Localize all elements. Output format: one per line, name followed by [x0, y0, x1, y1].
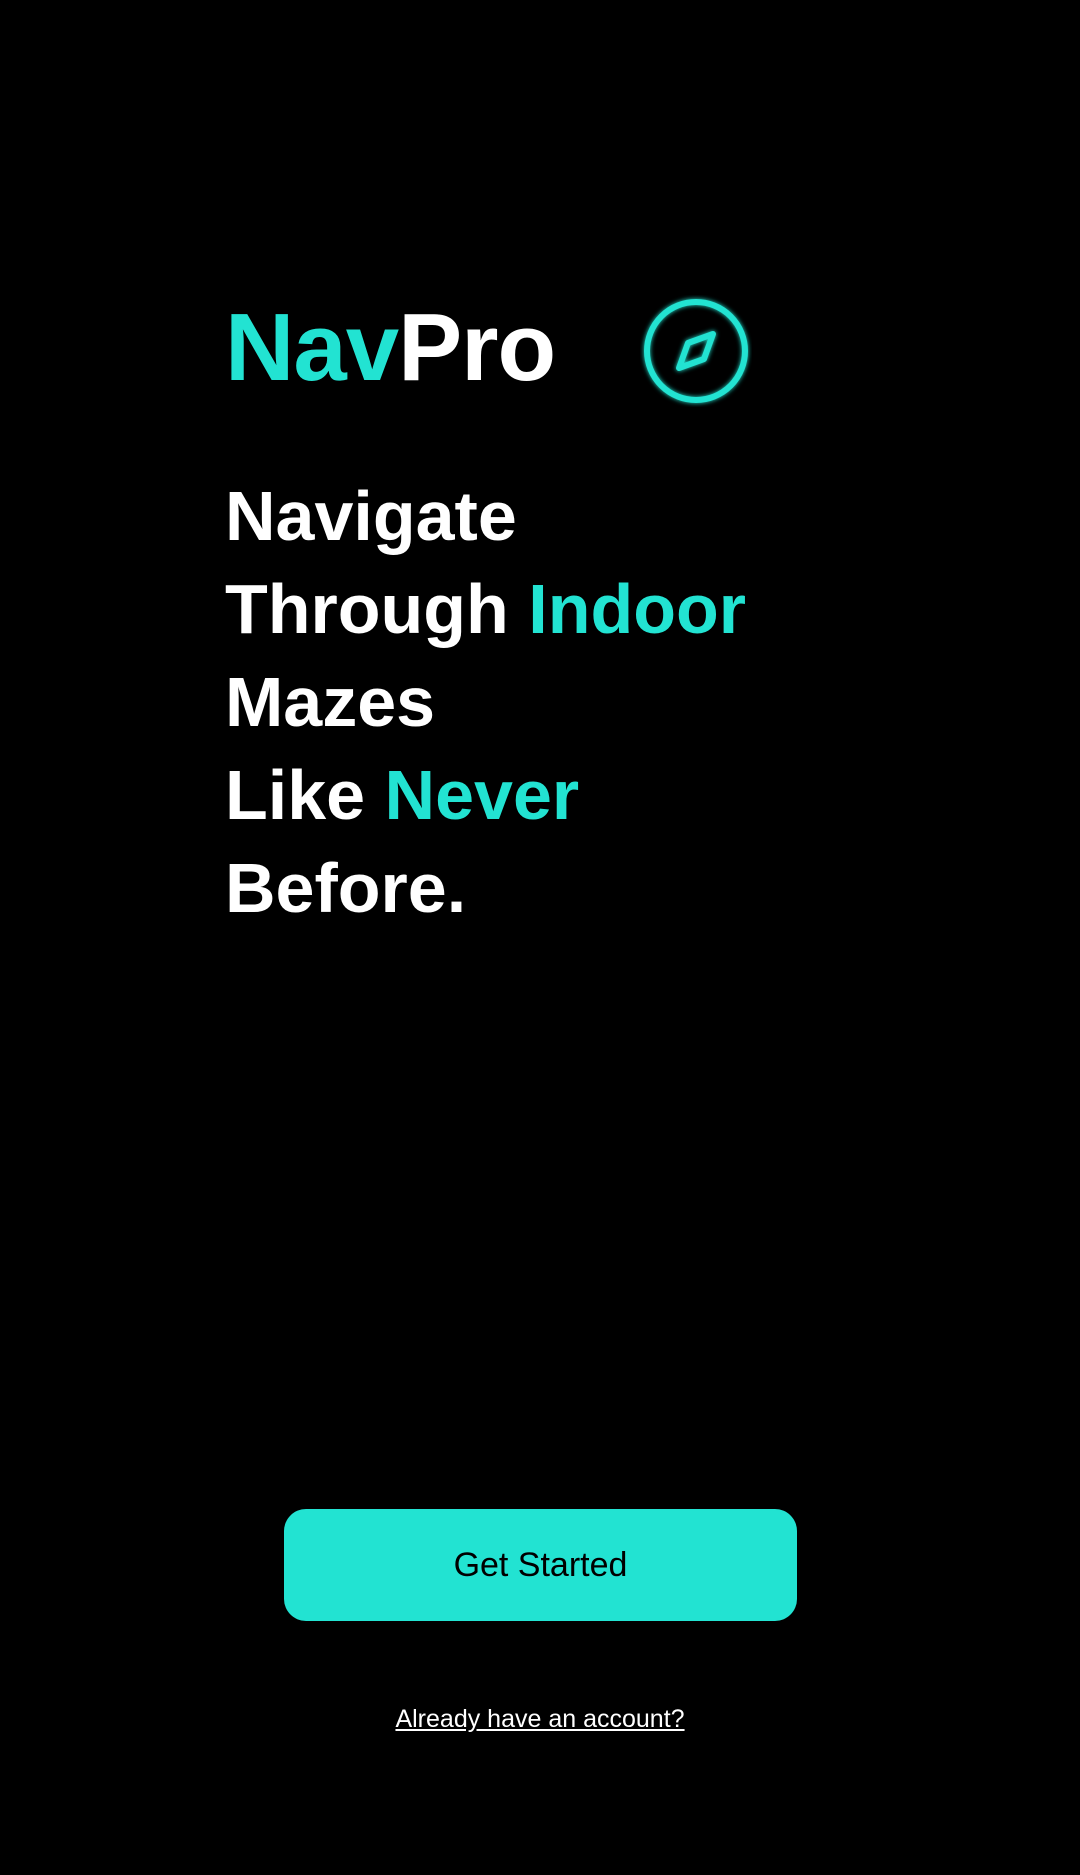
- app-logo-text: NavPro: [225, 300, 556, 396]
- headline-line-3: Mazes: [225, 663, 436, 741]
- brand-part-pro: Pro: [398, 294, 556, 401]
- get-started-button[interactable]: Get Started: [284, 1509, 797, 1621]
- headline-line-4: Like Never: [225, 756, 580, 834]
- brand-part-nav: Nav: [225, 294, 399, 401]
- hero-headline: Navigate Through Indoor Mazes Like Never…: [225, 470, 746, 935]
- sign-in-link[interactable]: Already have an account?: [395, 1705, 684, 1733]
- headline-line-1: Navigate: [225, 477, 517, 555]
- headline-highlight-never: Never: [384, 756, 580, 834]
- headline-line-5: Before.: [225, 849, 467, 927]
- compass-icon: [644, 299, 748, 403]
- headline-highlight-indoor: Indoor: [528, 570, 746, 648]
- sign-in-row: Already have an account?: [0, 1705, 1080, 1734]
- headline-line-2: Through Indoor: [225, 570, 746, 648]
